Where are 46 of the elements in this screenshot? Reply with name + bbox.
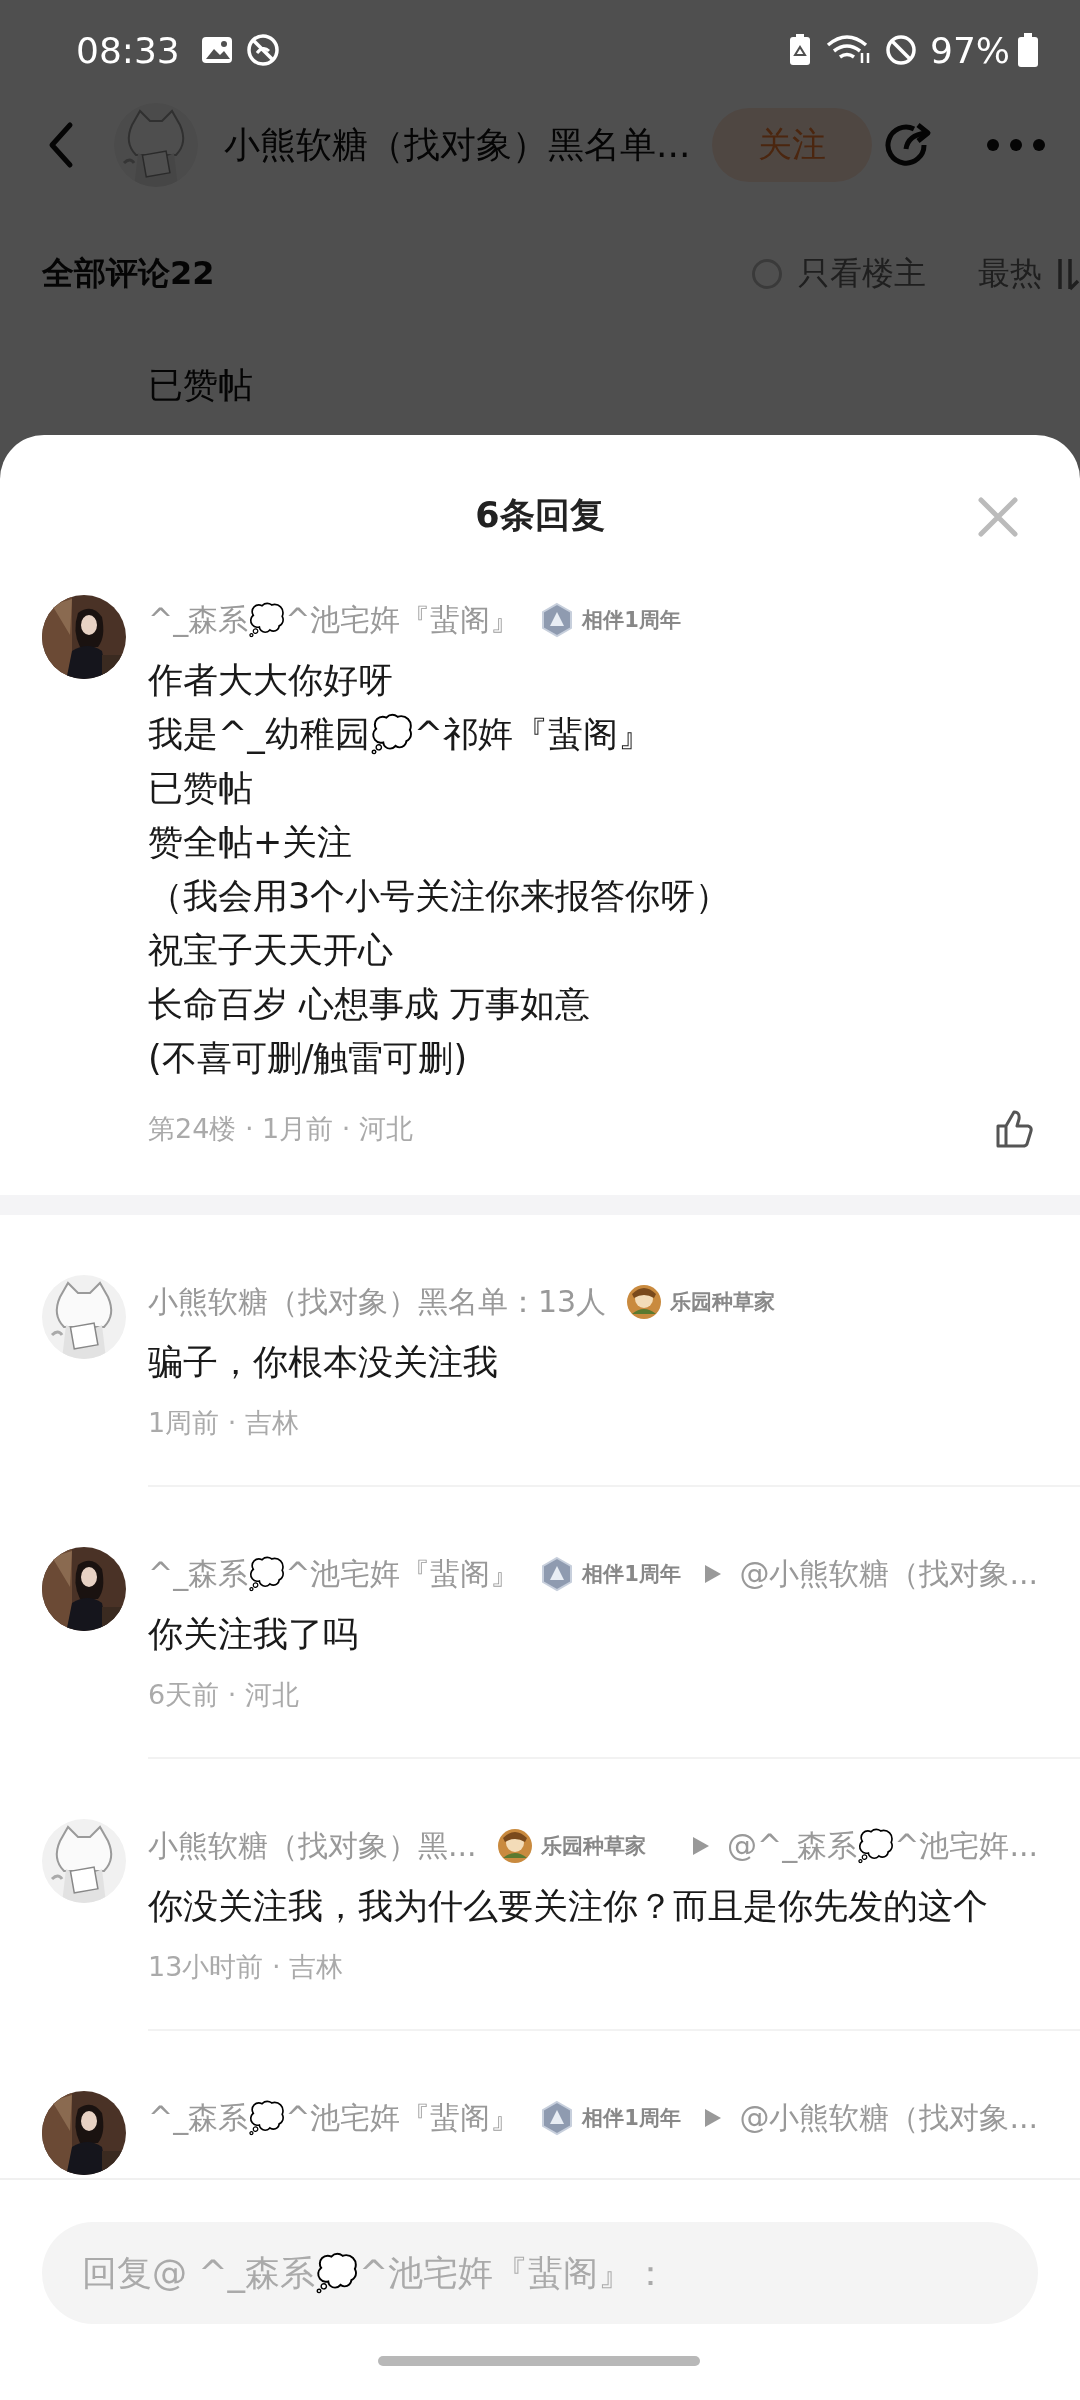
comment-text: 你没关注我，我为什么要关注你？而且是你先发的这个	[148, 1885, 989, 1928]
blocked-phone-icon	[245, 33, 280, 67]
hexagon-badge-icon	[540, 2100, 575, 2136]
user-name[interactable]: 小熊软糖（找对象）黑...	[148, 1825, 477, 1867]
battery-icon	[1016, 32, 1040, 68]
battery-percent: 97%	[930, 29, 1010, 71]
badge-label: 相伴1周年	[582, 607, 681, 634]
badge-label: 相伴1周年	[582, 2105, 681, 2132]
comment-meta: 13小时前 · 吉林	[148, 1950, 344, 1984]
user-name[interactable]: ^_森系💭^池宅姩『蜚阁』	[148, 599, 521, 641]
hexagon-badge-icon	[540, 1556, 575, 1592]
comment-line: 已赞帖	[148, 767, 254, 810]
close-icon[interactable]	[978, 497, 1018, 537]
hexagon-badge-icon	[540, 602, 575, 638]
more-icon[interactable]	[986, 138, 1046, 152]
image-icon	[199, 34, 234, 66]
user-name[interactable]: ^_森系💭^池宅姩『蜚阁』	[148, 1553, 521, 1595]
comment-line: 长命百岁 心想事成 万事如意	[148, 983, 592, 1026]
sheet-title: 6条回复	[475, 493, 605, 537]
comment-line: 赞全帖+关注	[148, 821, 354, 864]
character-badge-icon	[626, 1284, 663, 1320]
reply-input-field[interactable]: 回复@ ^_森系💭^池宅姩『蜚阁』：	[42, 2222, 1038, 2324]
character-badge-icon	[496, 1828, 533, 1864]
comment-line: 已赞帖	[148, 364, 254, 407]
comment-line: 作者大大你好呀	[148, 659, 394, 702]
badge-label: 乐园种草家	[670, 1289, 776, 1316]
comment-text: 你关注我了吗	[148, 1613, 359, 1656]
clock-time: 08:33	[76, 29, 180, 71]
comment-meta: 6天前 · 河北	[148, 1678, 299, 1712]
reply-target[interactable]: @小熊软糖（找对象...	[739, 2097, 1038, 2139]
badge-label: 乐园种草家	[540, 1833, 646, 1860]
reply-target[interactable]: @^_森系💭^池宅姩...	[727, 1825, 1038, 1867]
comment-meta: 1周前 · 吉林	[148, 1406, 299, 1440]
do-not-disturb-icon	[884, 33, 918, 67]
comment-line: 我是^_幼稚园💭^祁姩『蜚阁』	[148, 712, 655, 757]
comment-text: 骗子，你根本没关注我	[148, 1341, 499, 1384]
user-name[interactable]: 小熊软糖（找对象）黑名单：13人	[148, 1281, 607, 1323]
comment-line: （我会用3个小号关注你来报答你呀）	[148, 875, 732, 918]
post-title: 小熊软糖（找对象）黑名单...	[224, 122, 691, 167]
reply-target[interactable]: @小熊软糖（找对象...	[739, 1553, 1038, 1595]
comment-meta: 第24楼 · 1月前 · 河北	[148, 1112, 414, 1146]
badge-label: 相伴1周年	[582, 1561, 681, 1588]
comments-count-title: 全部评论22	[42, 253, 215, 294]
user-name[interactable]: ^_森系💭^池宅姩『蜚阁』	[148, 2097, 521, 2139]
comment-line: 祝宝子天天开心	[148, 929, 394, 972]
comment-line: (不喜可删/触雷可删)	[148, 1037, 469, 1080]
